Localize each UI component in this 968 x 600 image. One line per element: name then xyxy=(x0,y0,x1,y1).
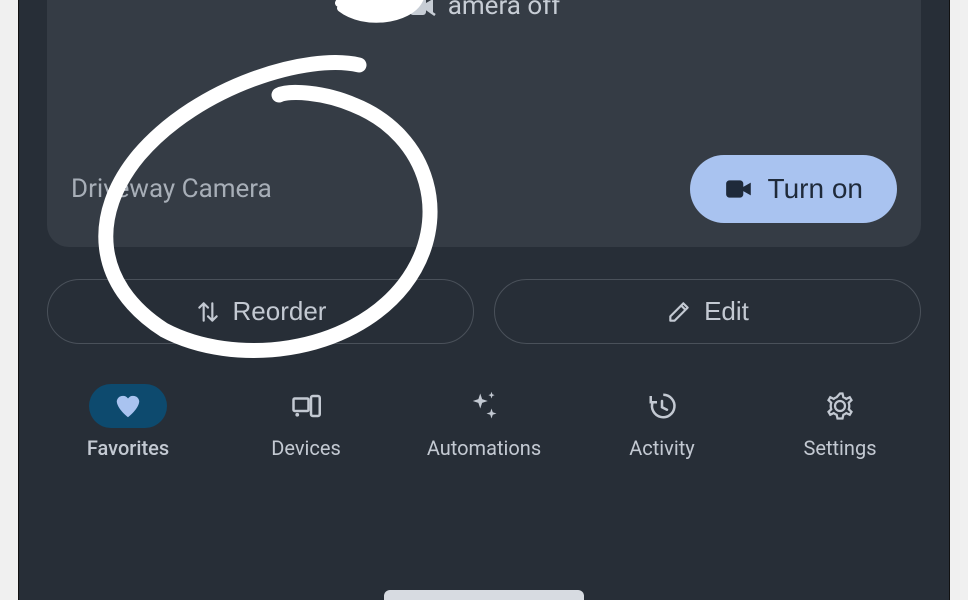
turn-on-label: Turn on xyxy=(768,173,863,205)
turn-on-button[interactable]: Turn on xyxy=(690,155,897,223)
edit-label: Edit xyxy=(704,296,749,327)
home-indicator xyxy=(384,590,584,600)
nav-devices[interactable]: Devices xyxy=(229,384,383,460)
reorder-icon xyxy=(195,299,221,325)
nav-automations[interactable]: Automations xyxy=(407,384,561,460)
reorder-label: Reorder xyxy=(233,296,327,327)
camera-off-row: amera off xyxy=(71,0,897,30)
nav-activity[interactable]: Activity xyxy=(585,384,739,460)
nav-favorites-label: Favorites xyxy=(87,436,169,460)
reorder-button[interactable]: Reorder xyxy=(47,279,474,344)
edit-button[interactable]: Edit xyxy=(494,279,921,344)
activity-icon xyxy=(647,391,677,421)
phone-frame: amera off Driveway Camera Turn on Reorde… xyxy=(18,0,950,600)
action-row: Reorder Edit xyxy=(47,279,921,344)
nav-activity-label: Activity xyxy=(629,436,694,460)
nav-automations-label: Automations xyxy=(427,436,541,460)
nav-devices-label: Devices xyxy=(271,436,341,460)
nav-settings-label: Settings xyxy=(803,436,876,460)
gear-icon xyxy=(825,391,855,421)
heart-icon xyxy=(113,391,143,421)
camera-card: amera off Driveway Camera Turn on xyxy=(47,0,921,247)
camera-off-icon xyxy=(408,0,436,16)
nav-settings[interactable]: Settings xyxy=(763,384,917,460)
nav-favorites[interactable]: Favorites xyxy=(51,384,205,460)
sparkle-icon xyxy=(469,391,499,421)
camera-status-text: amera off xyxy=(448,0,561,21)
pencil-icon xyxy=(666,299,692,325)
bottom-nav: Favorites Devices Automations xyxy=(47,384,921,460)
devices-icon xyxy=(291,391,321,421)
camera-name-label: Driveway Camera xyxy=(71,174,272,204)
camera-icon xyxy=(724,178,754,200)
